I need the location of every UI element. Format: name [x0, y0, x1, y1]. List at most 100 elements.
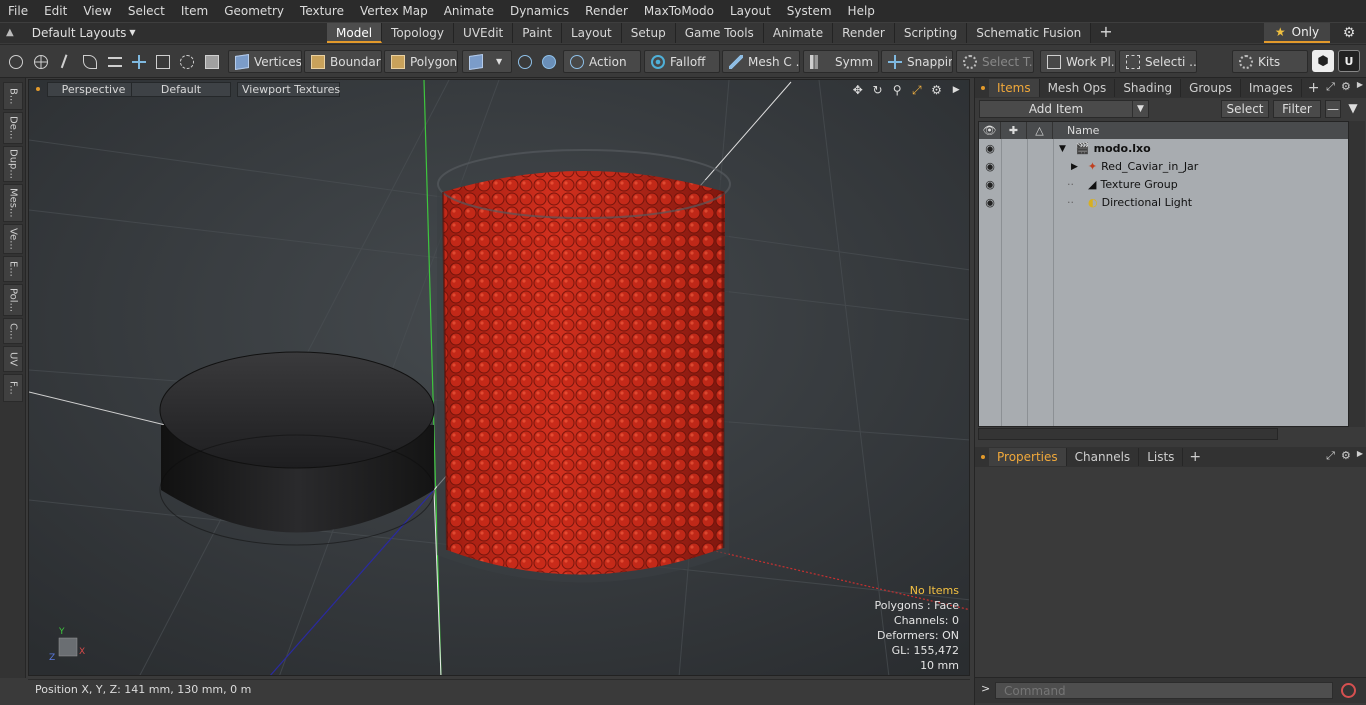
menu-help[interactable]: Help: [840, 0, 883, 22]
falloff-button[interactable]: Falloff: [644, 50, 720, 73]
menu-edit[interactable]: Edit: [36, 0, 75, 22]
element-icon[interactable]: [153, 50, 173, 73]
tab-uvedit[interactable]: UVEdit: [454, 23, 514, 43]
layout-selector[interactable]: ▲ Default Layouts ▼: [6, 23, 136, 43]
menu-item[interactable]: Item: [173, 0, 216, 22]
tab-shading[interactable]: Shading: [1115, 79, 1182, 97]
only-button[interactable]: ★ Only: [1264, 23, 1330, 43]
select-through-button[interactable]: Select T...: [956, 50, 1034, 73]
visibility-eye-icon[interactable]: 👁: [979, 122, 1001, 139]
mesh-constraint-button[interactable]: Mesh C ...: [722, 50, 800, 73]
viewport-textures-button[interactable]: Viewport Textures: [237, 82, 340, 97]
panel-maximize-icon[interactable]: ⤢: [1326, 449, 1335, 463]
tab-model[interactable]: Model: [327, 23, 383, 43]
tab-items[interactable]: Items: [989, 79, 1040, 97]
vertices-button[interactable]: Vertices: [228, 50, 302, 73]
unity-icon[interactable]: ⬢: [1312, 50, 1334, 72]
tab-render[interactable]: Render: [833, 23, 895, 43]
tab-images[interactable]: Images: [1241, 79, 1302, 97]
gear-icon[interactable]: ⚙: [1340, 25, 1358, 41]
viewport-gear-icon[interactable]: ⚙: [930, 83, 944, 97]
zoom-icon[interactable]: ⚲: [890, 83, 904, 97]
menu-file[interactable]: File: [0, 0, 36, 22]
chevron-down-icon[interactable]: ▼: [1132, 101, 1148, 117]
add-item-button[interactable]: Add Item: [979, 100, 1149, 118]
tab-animate[interactable]: Animate: [763, 23, 834, 43]
tab-setup[interactable]: Setup: [621, 23, 676, 43]
panel-menu-dot-icon[interactable]: [981, 455, 985, 459]
record-icon[interactable]: [1341, 683, 1356, 698]
tab-scripting[interactable]: Scripting: [894, 23, 968, 43]
visibility-eye-icon[interactable]: ◉: [983, 179, 997, 191]
left-tab-duplicate[interactable]: Dup...: [3, 146, 23, 182]
tab-paint[interactable]: Paint: [513, 23, 562, 43]
select-button[interactable]: Select: [1221, 100, 1269, 118]
tab-properties[interactable]: Properties: [989, 448, 1067, 466]
add-panel-tab-plus-icon[interactable]: +: [1183, 448, 1207, 466]
item-list-vertical-scrollbar[interactable]: [1349, 121, 1365, 427]
item-row-scene[interactable]: ◉ ▼ 🎬 modo.lxo: [979, 140, 1348, 158]
tab-topology[interactable]: Topology: [382, 23, 455, 43]
item-row-mesh[interactable]: ◉ ▶ ✦ Red_Caviar_in_Jar: [979, 158, 1348, 176]
selection-mode-circle-icon[interactable]: [6, 50, 26, 73]
tab-game-tools[interactable]: Game Tools: [675, 23, 764, 43]
funnel-icon[interactable]: ▼: [1345, 101, 1361, 117]
visibility-eye-icon[interactable]: ◉: [983, 161, 997, 173]
rotate-view-icon[interactable]: ↻: [871, 83, 885, 97]
maximize-icon[interactable]: ⤢: [910, 83, 924, 97]
tab-lists[interactable]: Lists: [1139, 448, 1184, 466]
panel-menu-dot-icon[interactable]: [981, 86, 985, 90]
work-plane-button[interactable]: Work Pl...: [1040, 50, 1116, 73]
left-tab-edge[interactable]: E...: [3, 256, 23, 282]
tab-mesh-ops[interactable]: Mesh Ops: [1040, 79, 1116, 97]
panel-expand-icon[interactable]: ▶: [1357, 449, 1363, 463]
rotate-icon[interactable]: [177, 50, 197, 73]
left-tab-mesh-edit[interactable]: Mes...: [3, 184, 23, 222]
brush-icon[interactable]: [80, 50, 100, 73]
item-list-horizontal-scrollbar[interactable]: [978, 428, 1278, 440]
lock-column-icon[interactable]: ✚: [1001, 122, 1027, 139]
panel-gear-icon[interactable]: ⚙: [1341, 80, 1351, 94]
collapse-icon[interactable]: —: [1325, 100, 1341, 118]
symmetry-button[interactable]: Symm ...: [803, 50, 879, 73]
selection-sets-button[interactable]: Selecti ...: [1119, 50, 1197, 73]
left-tab-vertex[interactable]: Ve...: [3, 224, 23, 254]
command-input[interactable]: [995, 682, 1333, 699]
tab-schematic-fusion[interactable]: Schematic Fusion: [967, 23, 1092, 43]
shield-icon[interactable]: [515, 50, 535, 73]
shading-dropdown[interactable]: Default: [131, 82, 231, 97]
left-tab-uv[interactable]: UV: [3, 346, 23, 372]
left-tab-polygon[interactable]: Pol...: [3, 284, 23, 316]
menu-maxtomodo[interactable]: MaxToModo: [636, 0, 722, 22]
left-tab-basic[interactable]: B...: [3, 82, 23, 110]
panel-maximize-icon[interactable]: ⤢: [1326, 80, 1335, 94]
transform-icon[interactable]: [129, 50, 149, 73]
snapping-button[interactable]: Snapping: [881, 50, 953, 73]
pen-icon[interactable]: [56, 50, 76, 73]
filter-button[interactable]: Filter: [1273, 100, 1321, 118]
menu-select[interactable]: Select: [120, 0, 173, 22]
expand-arrow-icon[interactable]: ▶: [949, 83, 963, 97]
menu-system[interactable]: System: [779, 0, 840, 22]
left-tab-deform[interactable]: De...: [3, 112, 23, 144]
render-column-icon[interactable]: △: [1027, 122, 1053, 139]
menu-render[interactable]: Render: [577, 0, 636, 22]
kits-button[interactable]: Kits: [1232, 50, 1308, 73]
perspective-dropdown[interactable]: Perspective: [47, 82, 140, 97]
tab-channels[interactable]: Channels: [1067, 448, 1140, 466]
align-icon[interactable]: [105, 50, 125, 73]
tab-groups[interactable]: Groups: [1181, 79, 1241, 97]
left-tab-fusion[interactable]: F...: [3, 374, 23, 402]
menu-animate[interactable]: Animate: [436, 0, 502, 22]
left-tab-curve[interactable]: C...: [3, 318, 23, 344]
boundary-button[interactable]: Boundary: [304, 50, 382, 73]
unreal-icon[interactable]: U: [1338, 50, 1360, 72]
name-column-header[interactable]: Name: [1053, 122, 1348, 139]
globe-icon[interactable]: [31, 50, 51, 73]
menu-dynamics[interactable]: Dynamics: [502, 0, 577, 22]
expand-triangle-icon[interactable]: ▼: [1059, 140, 1066, 158]
menu-vertex-map[interactable]: Vertex Map: [352, 0, 436, 22]
shield-alt-icon[interactable]: [539, 50, 559, 73]
action-center-button[interactable]: Action: [563, 50, 641, 73]
add-panel-tab-plus-icon[interactable]: +: [1302, 79, 1326, 97]
